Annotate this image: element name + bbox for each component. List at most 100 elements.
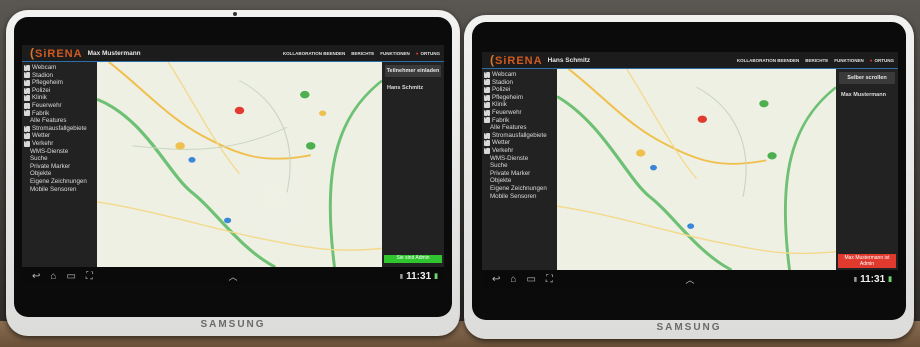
- layer-webcam[interactable]: Webcam: [24, 63, 95, 72]
- recent-apps-icon[interactable]: ▭: [66, 271, 75, 282]
- menu-functions[interactable]: FUNKTIONEN: [834, 58, 864, 63]
- all-features[interactable]: Alle Features: [484, 124, 555, 132]
- menu-reports[interactable]: BERICHTE: [351, 51, 374, 56]
- marker-clinic: [306, 142, 316, 150]
- layer-sidebar: Webcam Stadion Polizei Pflegeheim Klinik…: [482, 69, 557, 270]
- layer-factory[interactable]: Fabrik: [24, 108, 95, 118]
- app-header: (SiRENA Max Mustermann KOLLABORATION BEE…: [22, 45, 444, 62]
- layer-weather[interactable]: Wetter: [484, 138, 555, 147]
- layer-stadium[interactable]: Stadion: [24, 70, 95, 80]
- layer-fire-dept[interactable]: Feuerwehr: [484, 108, 555, 117]
- top-menu: KOLLABORATION BEENDEN BERICHTE FUNKTIONE…: [283, 51, 440, 56]
- layer-care-home[interactable]: Pflegeheim: [484, 93, 555, 102]
- tool-objects[interactable]: Objekte: [24, 170, 95, 178]
- marker-clinic: [767, 152, 777, 160]
- brand-logo: SAMSUNG: [200, 319, 266, 330]
- marker-fire: [697, 115, 707, 123]
- checkbox-icon[interactable]: [484, 115, 490, 124]
- battery-icon: ▮: [888, 276, 892, 283]
- menu-locate[interactable]: ● ORTUNG: [870, 58, 894, 63]
- map-view[interactable]: [97, 62, 382, 267]
- layer-traffic[interactable]: Verkehr: [24, 139, 95, 148]
- tablet-left: (SiRENA Max Mustermann KOLLABORATION BEE…: [6, 10, 460, 336]
- tablet-right: (SiRENA Hans Schmitz KOLLABORATION BEEND…: [464, 15, 914, 339]
- admin-status-badge: Sie sind Admin: [384, 255, 442, 263]
- back-icon[interactable]: ↩: [492, 274, 500, 285]
- help-dot-icon: ●: [869, 57, 873, 63]
- layer-traffic[interactable]: Verkehr: [484, 146, 555, 155]
- tool-drawings[interactable]: Eigene Zeichnungen: [24, 178, 95, 186]
- map-canvas[interactable]: [557, 69, 836, 270]
- checkbox-icon[interactable]: [24, 93, 30, 102]
- status-clock: ▮ 11:31 ▮: [853, 273, 892, 285]
- current-user: Max Mustermann: [87, 49, 141, 57]
- layer-sidebar: Webcam Stadion Pflegeheim Polizei Klinik…: [22, 62, 97, 267]
- marker-stadium: [319, 110, 327, 117]
- layer-power-outage[interactable]: Stromausfallgebiete: [24, 124, 95, 133]
- menu-locate[interactable]: ● ORTUNG: [416, 51, 440, 56]
- current-user: Hans Schmitz: [547, 56, 591, 64]
- tool-objects[interactable]: Objekte: [484, 177, 555, 185]
- layer-stadium[interactable]: Stadion: [484, 77, 555, 87]
- marker-fire: [234, 106, 245, 115]
- tool-private-marker[interactable]: Private Marker: [24, 163, 95, 171]
- menu-reports[interactable]: BERICHTE: [805, 58, 828, 63]
- menu-end-collaboration[interactable]: KOLLABORATION BEENDEN: [283, 51, 345, 56]
- layer-webcam[interactable]: Webcam: [484, 70, 555, 79]
- signal-icon: ▮: [399, 273, 404, 280]
- participant-name: Max Mustermann: [841, 92, 886, 98]
- participant-name: Hans Schmitz: [387, 85, 424, 91]
- brand-logo: SAMSUNG: [656, 322, 722, 333]
- tool-search[interactable]: Suche: [24, 155, 95, 163]
- tool-wms[interactable]: WMS-Dienste: [24, 148, 95, 156]
- tool-search[interactable]: Suche: [484, 162, 555, 170]
- status-clock: ▮ 11:31 ▮: [399, 270, 438, 282]
- checkbox-icon[interactable]: [484, 146, 490, 154]
- tool-mobile-sensors[interactable]: Mobile Sensoren: [24, 186, 95, 194]
- checkbox-icon[interactable]: [24, 139, 30, 147]
- self-scroll-button[interactable]: Selber scrollen: [839, 72, 895, 84]
- marker-stadium: [175, 142, 185, 150]
- help-dot-icon: ●: [415, 50, 419, 56]
- back-icon[interactable]: ↩: [32, 271, 40, 282]
- signal-icon: ▮: [853, 276, 858, 283]
- caret-up-icon[interactable]: ︿: [228, 270, 237, 283]
- tablet-right-bezel: (SiRENA Hans Schmitz KOLLABORATION BEEND…: [472, 22, 906, 320]
- marker-clinic: [759, 100, 769, 108]
- all-features[interactable]: Alle Features: [24, 117, 95, 125]
- layer-police[interactable]: Polizei: [24, 86, 95, 95]
- menu-end-collaboration[interactable]: KOLLABORATION BEENDEN: [737, 58, 799, 63]
- layer-power-outage[interactable]: Stromausfallgebiete: [484, 131, 555, 140]
- layer-weather[interactable]: Wetter: [24, 131, 95, 140]
- layer-police[interactable]: Polizei: [484, 85, 555, 94]
- marker-webcam: [687, 223, 695, 229]
- marker-clinic: [300, 90, 310, 99]
- participants-panel: Selber scrollen Max Mustermann Max Muste…: [836, 69, 898, 270]
- map-canvas[interactable]: [97, 62, 382, 267]
- invite-participants-button[interactable]: Teilnehmer einladen: [385, 65, 441, 77]
- recent-apps-icon[interactable]: ▭: [526, 274, 535, 285]
- menu-functions[interactable]: FUNKTIONEN: [380, 51, 410, 56]
- app-header: (SiRENA Hans Schmitz KOLLABORATION BEEND…: [482, 52, 898, 69]
- layer-clinic[interactable]: Klinik: [484, 100, 555, 109]
- layer-care-home[interactable]: Pflegeheim: [24, 78, 95, 87]
- checkbox-icon[interactable]: [24, 108, 30, 117]
- tablet-right-screen: (SiRENA Hans Schmitz KOLLABORATION BEEND…: [482, 52, 898, 288]
- tablet-left-screen: (SiRENA Max Mustermann KOLLABORATION BEE…: [22, 45, 444, 285]
- map-view[interactable]: [557, 69, 836, 270]
- tool-drawings[interactable]: Eigene Zeichnungen: [484, 185, 555, 193]
- screenshot-icon[interactable]: ⛶: [86, 271, 93, 282]
- marker-webcam: [188, 157, 196, 163]
- home-icon[interactable]: ⌂: [510, 274, 516, 285]
- tool-mobile-sensors[interactable]: Mobile Sensoren: [484, 193, 555, 201]
- home-icon[interactable]: ⌂: [50, 271, 56, 282]
- layer-factory[interactable]: Fabrik: [484, 115, 555, 125]
- android-navbar: ↩ ⌂ ▭ ⛶ ︿ ▮ 11:31 ▮: [22, 267, 444, 285]
- screenshot-icon[interactable]: ⛶: [546, 274, 553, 285]
- caret-up-icon[interactable]: ︿: [685, 273, 694, 286]
- tool-wms[interactable]: WMS-Dienste: [484, 155, 555, 163]
- tool-private-marker[interactable]: Private Marker: [484, 170, 555, 178]
- layer-clinic[interactable]: Klinik: [24, 93, 95, 102]
- layer-fire-dept[interactable]: Feuerwehr: [24, 102, 95, 110]
- participants-panel: Teilnehmer einladen Hans Schmitz Sie sin…: [382, 62, 444, 267]
